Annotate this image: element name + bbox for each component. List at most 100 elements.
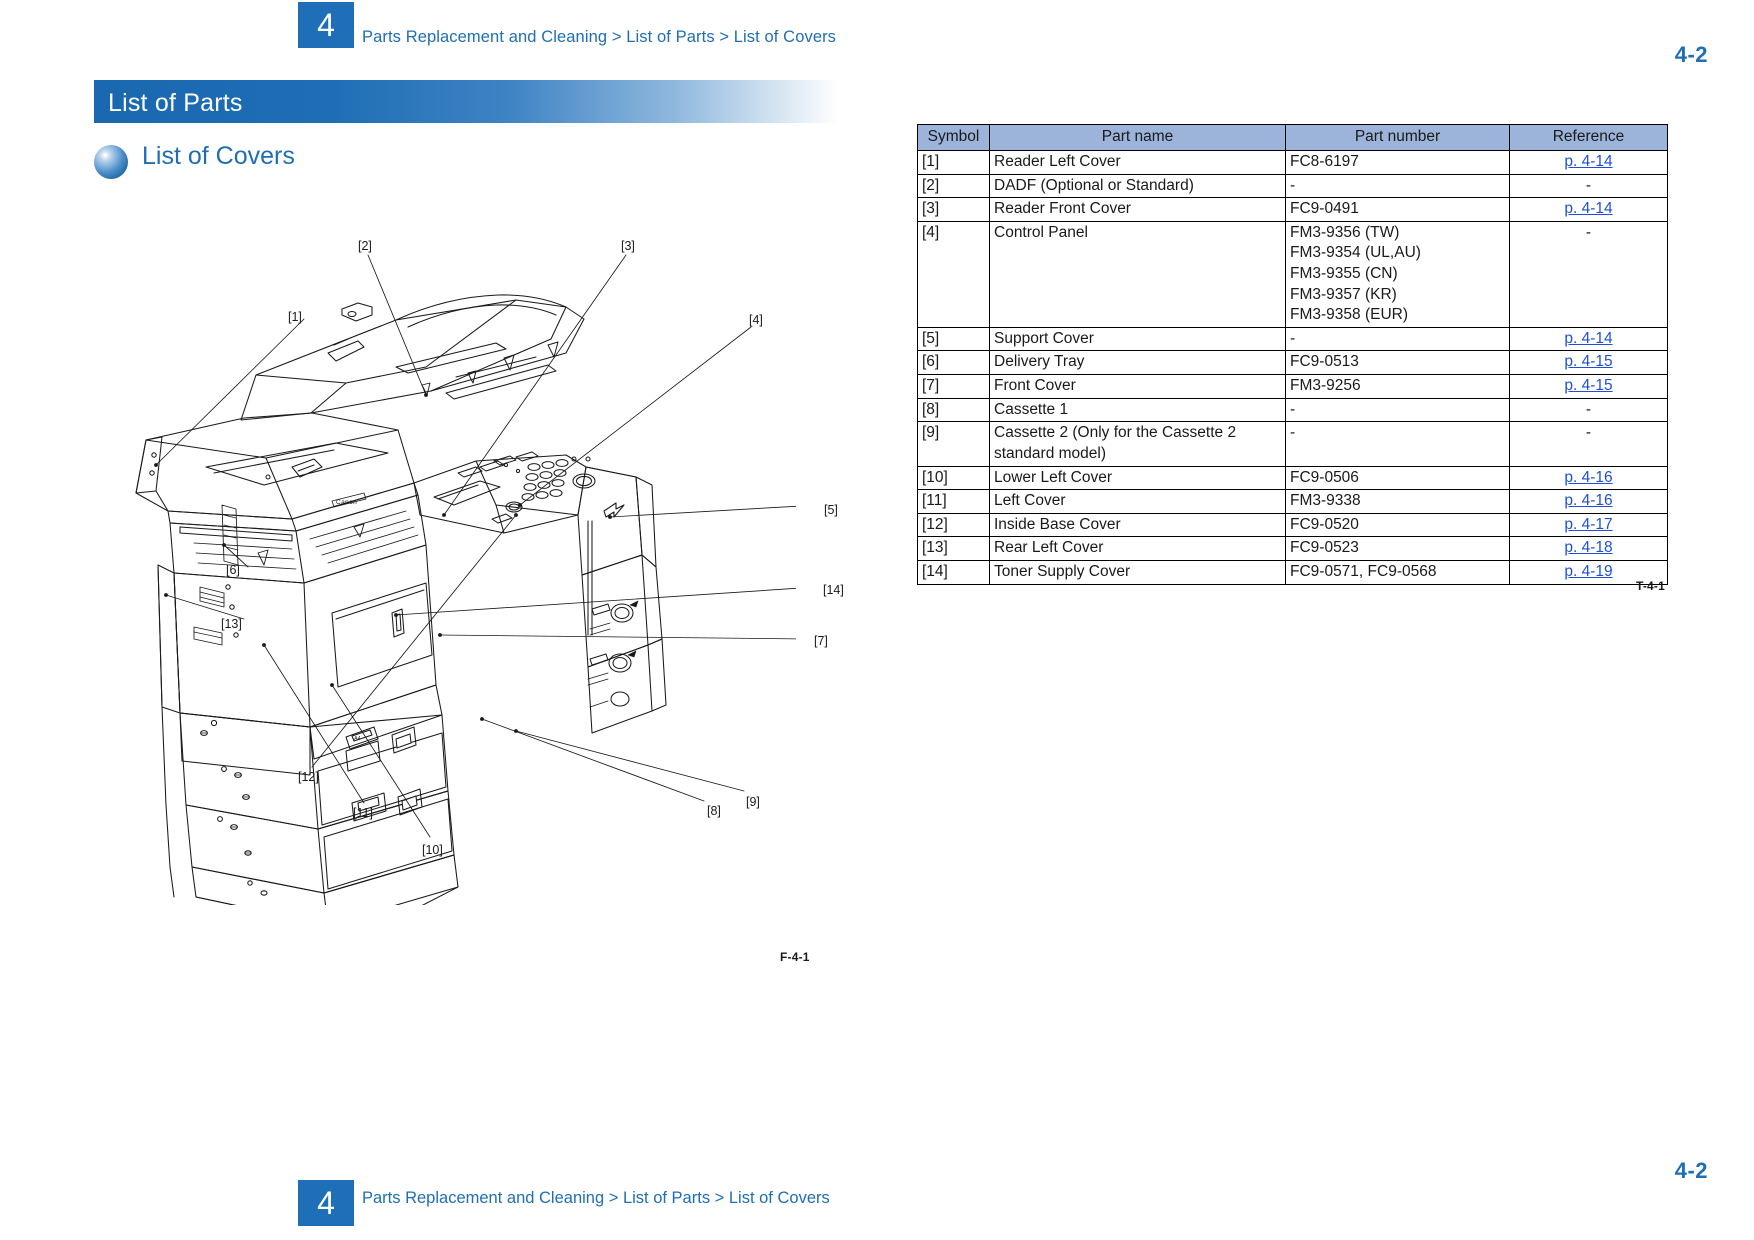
cell-part-number: FC9-0571, FC9-0568: [1285, 559, 1510, 585]
chapter-tab: 4: [298, 2, 354, 48]
cell-part-number: FM3-9256: [1285, 374, 1510, 399]
reference-link[interactable]: p. 4-14: [1564, 200, 1612, 217]
reference-link[interactable]: p. 4-16: [1564, 469, 1612, 486]
reference-link[interactable]: p. 4-15: [1564, 377, 1612, 394]
part-number-line: FM3-9358 (EUR): [1290, 306, 1408, 324]
cell-part-name: DADF (Optional or Standard): [989, 173, 1286, 199]
figure-callout-13: [13]: [221, 617, 242, 631]
figure-callout-10: [10]: [422, 843, 443, 857]
part-number-line: FM3-9256: [1290, 377, 1361, 395]
figure-copier-covers: Canon A4 [2] [3] [1] [4] [5] [6] [14] [1…: [96, 215, 844, 930]
figure-callout-8: [8]: [707, 804, 721, 818]
part-number-line: FC9-0506: [1290, 468, 1359, 486]
cell-part-number: -: [1285, 397, 1510, 423]
cell-part-name: Lower Left Cover: [989, 465, 1286, 491]
cell-part-number: FC9-0523: [1285, 536, 1510, 561]
reference-link[interactable]: p. 4-17: [1564, 516, 1612, 533]
cell-part-name: Front Cover: [989, 374, 1286, 399]
breadcrumb[interactable]: Parts Replacement and Cleaning > List of…: [362, 28, 836, 47]
cell-part-name: Reader Left Cover: [989, 150, 1286, 175]
cell-reference[interactable]: p. 4-14: [1509, 326, 1668, 352]
cell-reference: -: [1509, 220, 1668, 328]
column-header-part-name: Part name: [989, 124, 1286, 151]
figure-callout-11: [11]: [353, 806, 373, 820]
cell-part-number: FM3-9356 (TW) FM3-9354 (UL,AU) FM3-9355 (C…: [1285, 220, 1510, 328]
parts-table: Symbol Part name Part number Reference […: [917, 124, 1668, 585]
part-number-line: FM3-9338: [1290, 492, 1361, 510]
figure-callout-4: [4]: [749, 313, 763, 327]
cell-part-name: Cassette 1: [989, 397, 1286, 423]
table-row: [3] Reader Front Cover FC9-0491 p. 4-14: [917, 197, 1668, 222]
table-row: [8] Cassette 1--: [917, 397, 1668, 423]
part-number-line: FC9-0523: [1290, 539, 1359, 557]
cell-part-number: FC8-6197: [1285, 150, 1510, 175]
cell-symbol: [2]: [917, 173, 990, 199]
cell-part-number: -: [1285, 173, 1510, 199]
page-header: 4 Parts Replacement and Cleaning > List …: [0, 0, 1754, 67]
cell-reference: -: [1509, 397, 1668, 423]
cell-symbol: [13]: [917, 536, 990, 561]
chapter-tab-footer: 4: [298, 1180, 354, 1226]
cell-symbol: [3]: [917, 197, 990, 222]
part-number-line: FM3-9356 (TW): [1290, 223, 1400, 241]
breadcrumb-footer[interactable]: Parts Replacement and Cleaning > List of…: [362, 1189, 830, 1208]
page-number-bottom: 4-2: [1674, 1158, 1708, 1183]
cell-reference[interactable]: p. 4-14: [1509, 150, 1668, 175]
cell-reference[interactable]: p. 4-16: [1509, 489, 1668, 514]
cell-reference[interactable]: p. 4-17: [1509, 512, 1668, 538]
cell-part-name: Control Panel: [989, 220, 1286, 328]
part-number-line: FC9-0491: [1290, 200, 1359, 218]
section-banner: List of Parts: [94, 80, 839, 123]
table-row: [11] Left Cover FM3-9338 p. 4-16: [917, 489, 1668, 514]
part-number-line: -: [1290, 400, 1296, 418]
subsection-title: List of Covers: [142, 142, 295, 170]
cell-part-number: FC9-0491: [1285, 197, 1510, 222]
cell-reference[interactable]: p. 4-15: [1509, 374, 1668, 399]
cell-reference[interactable]: p. 4-15: [1509, 350, 1668, 376]
table-row: [7] Front Cover FM3-9256 p. 4-15: [917, 374, 1668, 399]
figure-callout-3: [3]: [621, 239, 635, 253]
cell-reference[interactable]: p. 4-14: [1509, 197, 1668, 222]
cell-part-name: Toner Supply Cover: [989, 559, 1286, 585]
cell-symbol: [6]: [917, 350, 990, 376]
figure-caption: F-4-1: [780, 950, 810, 964]
cell-symbol: [4]: [917, 220, 990, 328]
cell-reference: -: [1509, 421, 1668, 467]
blue-sphere-bullet-icon: [94, 145, 128, 179]
cell-part-name: Inside Base Cover: [989, 512, 1286, 538]
table-row: [9] Cassette 2 (Only for the Cassette 2 s…: [917, 421, 1668, 467]
table-row: [10] Lower Left Cover FC9-0506 p. 4-16: [917, 465, 1668, 491]
table-row: [14] Toner Supply Cover FC9-0571, FC9-0568…: [917, 559, 1668, 585]
table-row: [1] Reader Left Cover FC8-6197 p. 4-14: [917, 150, 1668, 175]
cell-symbol: [7]: [917, 374, 990, 399]
table-caption: T-4-1: [1635, 579, 1665, 593]
part-number-line: FM3-9354 (UL,AU): [1290, 244, 1421, 262]
cell-symbol: [14]: [917, 559, 990, 585]
part-number-line: FM3-9355 (CN): [1290, 265, 1398, 283]
table-row: [12] Inside Base Cover FC9-0520 p. 4-17: [917, 512, 1668, 538]
reference-link[interactable]: p. 4-19: [1564, 563, 1612, 580]
page-title: List of Parts: [108, 89, 243, 117]
figure-callout-6: [6]: [226, 563, 240, 577]
reference-link[interactable]: p. 4-14: [1564, 330, 1612, 347]
cell-symbol: [5]: [917, 326, 990, 352]
cell-reference[interactable]: p. 4-16: [1509, 465, 1668, 491]
cell-part-number: FC9-0513: [1285, 350, 1510, 376]
reference-link[interactable]: p. 4-18: [1564, 539, 1612, 556]
cell-symbol: [1]: [917, 150, 990, 175]
cell-part-name: Reader Front Cover: [989, 197, 1286, 222]
figure-callout-9: [9]: [746, 795, 760, 809]
reference-link[interactable]: p. 4-16: [1564, 492, 1612, 509]
figure-callout-5: [5]: [824, 503, 838, 517]
table-header-row: Symbol Part name Part number Reference: [917, 124, 1668, 151]
column-header-part-number: Part number: [1285, 124, 1510, 151]
column-header-reference: Reference: [1509, 124, 1668, 151]
reference-link[interactable]: p. 4-14: [1564, 153, 1612, 170]
cell-part-name: Delivery Tray: [989, 350, 1286, 376]
cell-part-number: FC9-0506: [1285, 465, 1510, 491]
part-number-line: -: [1290, 176, 1296, 194]
cell-reference[interactable]: p. 4-18: [1509, 536, 1668, 561]
cell-reference: -: [1509, 173, 1668, 199]
reference-link[interactable]: p. 4-15: [1564, 353, 1612, 370]
part-number-line: FC9-0571, FC9-0568: [1290, 562, 1437, 580]
